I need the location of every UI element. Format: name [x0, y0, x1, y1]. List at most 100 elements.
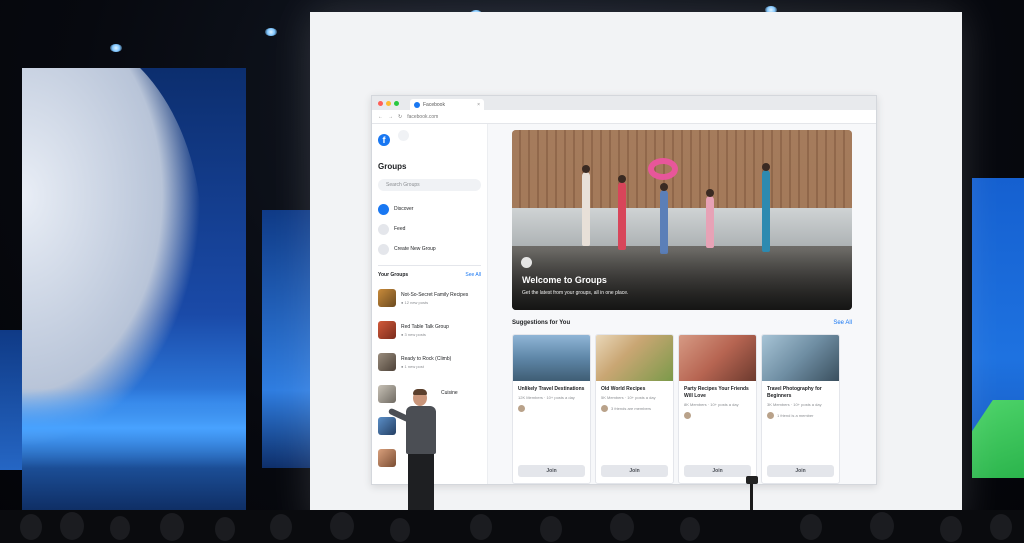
group-thumbnail [378, 417, 396, 435]
presenter-hair [413, 389, 427, 395]
friend-avatar [518, 405, 525, 412]
sidebar-item-discover[interactable]: Discover [378, 199, 481, 219]
groups-badge-icon [521, 257, 532, 268]
audience-head [870, 512, 894, 540]
groups-search-input[interactable]: Search Groups [378, 179, 481, 191]
reload-icon[interactable]: ↻ [398, 114, 402, 120]
group-name: Ready to Rock (Climb) [401, 355, 452, 362]
group-thumbnail [378, 449, 396, 467]
suggestions-see-all-link[interactable]: See All [833, 320, 852, 326]
group-thumbnail [378, 385, 396, 403]
url-text[interactable]: facebook.com [407, 114, 438, 120]
audience-head [680, 517, 700, 541]
hero-photo-person [706, 189, 714, 248]
stage-light [110, 44, 122, 52]
hero-photo-person [660, 183, 668, 254]
join-button[interactable]: Join [601, 465, 668, 477]
window-close-dot[interactable] [378, 100, 383, 106]
hero-title: Welcome to Groups [522, 275, 607, 285]
card-title: Unlikely Travel Destinations [518, 386, 585, 392]
audience-head [990, 514, 1012, 540]
card-title: Party Recipes Your Friends Will Love [684, 386, 749, 399]
mic-head [746, 476, 758, 484]
group-activity: ● 3 new posts [401, 331, 426, 337]
url-bar[interactable]: ← → ↻ facebook.com [372, 110, 876, 124]
join-button[interactable]: Join [767, 465, 834, 477]
window-maximize-dot[interactable] [394, 100, 399, 106]
hero-photo-float-ring [648, 158, 678, 180]
friend-avatar [767, 412, 774, 419]
sidebar-item-feed[interactable]: Feed [378, 219, 481, 239]
group-thumbnail [378, 353, 396, 371]
hero-photo-person [582, 165, 590, 246]
stage-light [265, 28, 277, 36]
welcome-hero-banner: Welcome to Groups Get the latest from yo… [512, 130, 852, 310]
your-groups-header: Your Groups See All [378, 272, 481, 278]
search-icon[interactable] [398, 130, 410, 141]
group-list-item[interactable]: Not-So-Secret Family Recipes ● 12 new po… [378, 282, 481, 314]
card-meta: 8K Members · 10+ posts a day [684, 402, 739, 407]
hero-subtitle: Get the latest from your groups, all in … [522, 290, 629, 296]
left-edge-panel [0, 330, 22, 470]
audience-head [60, 512, 84, 540]
card-image [762, 335, 839, 381]
presenter-torso [406, 406, 436, 454]
group-list-item[interactable]: Ready to Rock (Climb) ● 1 new post [378, 346, 481, 378]
your-groups-see-all-link[interactable]: See All [465, 272, 481, 278]
card-meta: 5K Members · 10+ posts a day [601, 395, 656, 400]
group-list-item[interactable]: Red Table Talk Group ● 3 new posts [378, 314, 481, 346]
audience-head [215, 517, 235, 541]
keynote-stage: Facebook × ← → ↻ facebook.com f Groups S… [0, 0, 1024, 543]
card-meta: 12K Members · 10+ posts a day [518, 395, 575, 400]
card-title: Travel Photography for Beginners [767, 386, 822, 399]
join-button[interactable]: Join [518, 465, 585, 477]
card-friends [679, 408, 756, 419]
audience-head [270, 514, 292, 540]
sidebar-item-label: Create New Group [394, 246, 436, 252]
audience-head [160, 513, 184, 541]
your-groups-heading: Your Groups [378, 272, 409, 278]
audience-head [20, 514, 42, 540]
suggestions-header: Suggestions for You See All [512, 320, 852, 326]
audience-head [940, 516, 962, 542]
audience [0, 510, 1024, 543]
left-stage-strip [262, 210, 310, 468]
plus-icon [378, 243, 389, 255]
sidebar-item-label: Feed [394, 226, 406, 232]
sidebar-item-create-group[interactable]: Create New Group [378, 239, 481, 259]
window-minimize-dot[interactable] [386, 100, 391, 106]
tab-label: Facebook [423, 101, 445, 108]
compass-icon [378, 203, 389, 215]
join-button[interactable]: Join [684, 465, 751, 477]
suggestion-card[interactable]: Old World Recipes 5K Members · 10+ posts… [595, 334, 674, 484]
back-arrow-icon[interactable]: ← [378, 114, 383, 120]
group-thumbnail [378, 289, 396, 307]
browser-window: Facebook × ← → ↻ facebook.com f Groups S… [371, 95, 877, 485]
tab-close-icon[interactable]: × [477, 102, 480, 108]
suggestions-heading: Suggestions for You [512, 320, 571, 326]
card-friends: 3 friends are members [596, 401, 673, 412]
facebook-logo-icon[interactable]: f [378, 134, 390, 146]
audience-head [800, 514, 822, 540]
audience-head [610, 513, 634, 541]
card-friends: 1 friend is a member [762, 408, 839, 419]
card-image [679, 335, 756, 381]
sidebar-title: Groups [378, 162, 407, 171]
suggestion-card[interactable]: Travel Photography for Beginners 3K Memb… [761, 334, 840, 484]
left-stage-panel [22, 68, 246, 516]
forward-arrow-icon[interactable]: → [388, 114, 393, 120]
audience-head [540, 516, 562, 542]
card-title: Old World Recipes [601, 386, 646, 392]
group-name: Not-So-Secret Family Recipes [401, 291, 469, 298]
sidebar-divider [378, 265, 481, 266]
card-meta: 3K Members · 10+ posts a day [767, 402, 822, 407]
suggestion-card[interactable]: Party Recipes Your Friends Will Love 8K … [678, 334, 757, 484]
suggestion-card[interactable]: Unlikely Travel Destinations 12K Members… [512, 334, 591, 484]
hero-photo-person [618, 175, 626, 250]
sidebar-item-label: Discover [394, 206, 414, 212]
suggestion-cards: Unlikely Travel Destinations 12K Members… [512, 334, 840, 484]
browser-tab[interactable]: Facebook × [410, 99, 484, 110]
audience-head [110, 516, 130, 540]
hero-photo-wall [512, 208, 852, 246]
group-activity: ● 12 new posts [401, 299, 429, 305]
